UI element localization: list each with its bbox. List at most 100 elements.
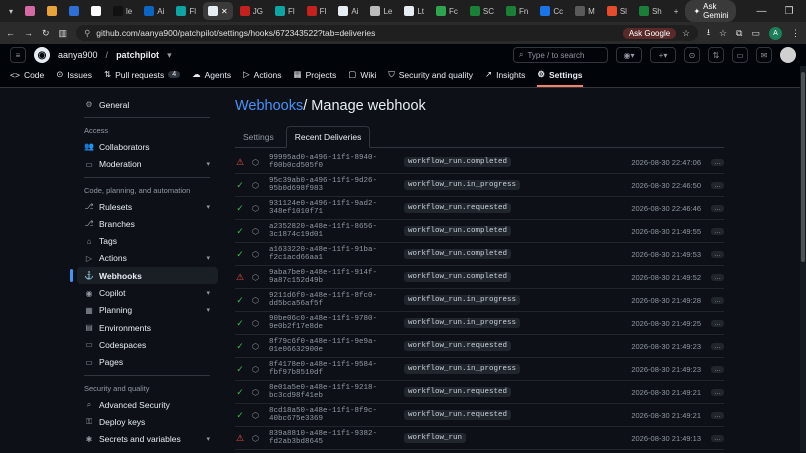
pull-requests-icon[interactable]: ⇅ xyxy=(708,47,724,63)
sidebar-item-moderation[interactable]: ▭ Moderation ▾ xyxy=(77,156,218,173)
delivery-guid[interactable]: a2352820-a48e-11f1-8656-3c1874c19d01 xyxy=(269,223,397,239)
extensions-icon[interactable]: ⧉ xyxy=(736,28,742,39)
browser-tab[interactable]: M xyxy=(570,2,600,20)
ask-google-button[interactable]: Ask Google xyxy=(622,27,677,39)
delivery-guid[interactable]: 99995ad0-a496-11f1-8940-f00b0cd505f0 xyxy=(269,154,397,170)
chevron-down-icon[interactable]: ▾ xyxy=(206,203,210,211)
tab-actions[interactable]: ▷ Actions xyxy=(243,69,281,87)
ellipsis-button[interactable]: … xyxy=(711,434,724,442)
delivery-row[interactable]: ⚠ ⬡ 9aba7be0-a48e-11f1-914f-9a87c152d49b wo… xyxy=(235,266,724,289)
ellipsis-button[interactable]: … xyxy=(711,411,724,419)
download-icon[interactable]: ⭳ xyxy=(707,25,710,41)
hamburger-icon[interactable]: ≡ xyxy=(10,47,26,63)
delivery-row[interactable]: ⚠ ⬡ 99995ad0-a496-11f1-8940-f00b0cd505f0 wo… xyxy=(235,151,724,174)
delivery-guid[interactable]: 95c39ab0-a496-11f1-9d26-95b0d698f983 xyxy=(269,177,397,193)
delivery-row[interactable]: ✓ ⬡ 931124e0-a496-11f1-9ad2-348ef1010f71 wo… xyxy=(235,197,724,220)
back-icon[interactable]: ← xyxy=(6,28,15,38)
owner-link[interactable]: aanya900 xyxy=(58,50,98,60)
chevron-down-icon[interactable]: ▾ xyxy=(206,435,210,443)
search-input[interactable]: ⌕ Type / to search xyxy=(513,47,608,63)
delivery-row[interactable]: ✓ ⬡ a1633220-a48e-11f1-91ba-f2c1acd66aa1 wo… xyxy=(235,243,724,266)
sidebar-item-environments[interactable]: ▤ Environments xyxy=(77,319,218,336)
delivery-row[interactable]: ⚠ ⬡ 839a8810-a48e-11f1-9382-fd2ab3bd8645 wo… xyxy=(235,427,724,450)
sidebar-item-planning[interactable]: ▦ Planning ▾ xyxy=(77,302,218,319)
browser-menu-icon[interactable]: ▾ xyxy=(4,2,18,20)
sidebar-item-tags[interactable]: ⌂ Tags xyxy=(77,232,218,249)
delivery-guid[interactable]: 8cd18a50-a48e-11f1-8f9c-40bc675e3369 xyxy=(269,407,397,423)
tab-issues[interactable]: ⊙ Issues xyxy=(56,69,92,87)
browser-tab[interactable]: SC xyxy=(465,2,499,20)
profile-avatar[interactable]: A xyxy=(769,26,782,40)
delivery-guid[interactable]: a1633220-a48e-11f1-91ba-f2c1acd66aa1 xyxy=(269,246,397,262)
tab-agents[interactable]: ☁ Agents xyxy=(192,69,231,87)
delivery-guid[interactable]: 8f4178e0-a48e-11f1-9584-fbf97b8510df xyxy=(269,361,397,377)
ellipsis-button[interactable]: … xyxy=(711,250,724,258)
notifications-icon[interactable]: ✉ xyxy=(756,47,772,63)
browser-tab[interactable]: Fl xyxy=(302,2,332,20)
browser-tab[interactable]: Ai xyxy=(139,2,169,20)
ellipsis-button[interactable]: … xyxy=(711,388,724,396)
create-new-icon[interactable]: +▾ xyxy=(650,47,676,63)
repositories-icon[interactable]: ▭ xyxy=(732,47,748,63)
chevron-down-icon[interactable]: ▾ xyxy=(206,289,210,297)
delivery-guid[interactable]: 90be06c0-a48e-11f1-9780-9e0b2f17e8de xyxy=(269,315,397,331)
sidebar-item-general[interactable]: ⚙ General xyxy=(77,96,218,113)
sidebar-item-advanced-security[interactable]: ⌕ Advanced Security xyxy=(77,396,218,413)
tab-projects[interactable]: ▦ Projects xyxy=(294,69,337,87)
delivery-row[interactable]: ✓ ⬡ a2352820-a48e-11f1-8656-3c1874c19d01 wo… xyxy=(235,220,724,243)
sidebar-item-secrets-and-variables[interactable]: ✱ Secrets and variables ▾ xyxy=(77,430,218,447)
browser-tab[interactable]: Fc xyxy=(431,2,463,20)
delivery-row[interactable]: ✓ ⬡ 9211d6f0-a48e-11f1-8fc0-dd5bca56af5f wo… xyxy=(235,289,724,312)
sidebar-item-branches[interactable]: ⎇ Branches xyxy=(77,215,218,232)
browser-tab[interactable]: Sh xyxy=(634,2,667,20)
split-view-icon[interactable]: ▥ xyxy=(59,28,68,39)
tab-pull-requests[interactable]: ⇅ Pull requests 4 xyxy=(104,69,181,87)
delivery-guid[interactable]: 931124e0-a496-11f1-9ad2-348ef1010f71 xyxy=(269,200,397,216)
delivery-row[interactable]: ✓ ⬡ 8e01a5e0-a48e-11f1-9218-bc3cd98f41eb wo… xyxy=(235,381,724,404)
delivery-row[interactable]: ✓ ⬡ 90be06c0-a48e-11f1-9780-9e0b2f17e8de wo… xyxy=(235,312,724,335)
ellipsis-button[interactable]: … xyxy=(711,273,724,281)
browser-tab[interactable]: Fl xyxy=(171,2,201,20)
tab-insights[interactable]: ↗ Insights xyxy=(485,69,525,87)
ellipsis-button[interactable]: … xyxy=(711,181,724,189)
delivery-guid[interactable]: 8f79c6f0-a48e-11f1-9e9a-01e06632900e xyxy=(269,338,397,354)
ellipsis-button[interactable]: … xyxy=(711,158,724,166)
ellipsis-button[interactable]: … xyxy=(711,296,724,304)
chevron-down-icon[interactable]: ▾ xyxy=(206,306,210,314)
browser-tab[interactable]: JG xyxy=(235,2,268,20)
browser-tab[interactable] xyxy=(86,2,106,20)
sidebar-item-copilot[interactable]: ◉ Copilot ▾ xyxy=(77,284,218,301)
tab-settings[interactable]: ⚙ Settings xyxy=(537,69,583,87)
delivery-row[interactable]: ✓ ⬡ 8f79c6f0-a48e-11f1-9e9a-01e06632900e wo… xyxy=(235,335,724,358)
delivery-guid[interactable]: 8e01a5e0-a48e-11f1-9218-bc3cd98f41eb xyxy=(269,384,397,400)
delivery-guid[interactable]: 9211d6f0-a48e-11f1-8fc0-dd5bca56af5f xyxy=(269,292,397,308)
site-info-icon[interactable]: ⚲ xyxy=(84,28,90,39)
sidebar-item-rulesets[interactable]: ⎇ Rulesets ▾ xyxy=(77,198,218,215)
tab-recent-deliveries[interactable]: Recent Deliveries xyxy=(285,126,371,148)
bookmark-star-icon[interactable]: ☆ xyxy=(682,28,690,39)
delivery-guid[interactable]: 839a8810-a48e-11f1-9382-fd2ab3bd8645 xyxy=(269,430,397,446)
tab-security-and-quality[interactable]: ⛉ Security and quality xyxy=(388,69,473,87)
ellipsis-button[interactable]: … xyxy=(711,227,724,235)
page-scrollbar[interactable] xyxy=(800,66,806,452)
browser-tab[interactable]: Lt xyxy=(399,2,429,20)
ask-gemini-button[interactable]: ✦ Ask Gemini xyxy=(685,0,737,22)
repo-dropdown-icon[interactable]: ▾ xyxy=(167,50,172,61)
browser-tab[interactable] xyxy=(64,2,84,20)
browser-tab[interactable]: ✕ xyxy=(203,2,233,20)
browser-tab[interactable]: Cc xyxy=(535,2,568,20)
github-logo-icon[interactable]: ◉ xyxy=(34,47,50,63)
delivery-row[interactable]: ✓ ⬡ 8f4178e0-a48e-11f1-9584-fbf97b8510df wo… xyxy=(235,358,724,381)
browser-tab[interactable]: le xyxy=(108,2,137,20)
close-tab-icon[interactable]: ✕ xyxy=(221,7,228,16)
repo-link[interactable]: patchpilot xyxy=(116,50,159,60)
delivery-row[interactable]: ✓ ⬡ 8cd18a50-a48e-11f1-8f9c-40bc675e3369 wo… xyxy=(235,404,724,427)
chevron-down-icon[interactable]: ▾ xyxy=(206,160,210,168)
browser-tab[interactable]: Ai xyxy=(333,2,363,20)
sidebar-item-actions[interactable]: ▷ Actions ▾ xyxy=(77,250,218,267)
ellipsis-button[interactable]: … xyxy=(711,365,724,373)
forward-icon[interactable]: → xyxy=(24,28,33,38)
browser-tab[interactable]: Sl xyxy=(602,2,632,20)
browser-menu-dots-icon[interactable]: ⋮ xyxy=(791,28,800,39)
new-tab-button[interactable]: + xyxy=(669,2,684,20)
